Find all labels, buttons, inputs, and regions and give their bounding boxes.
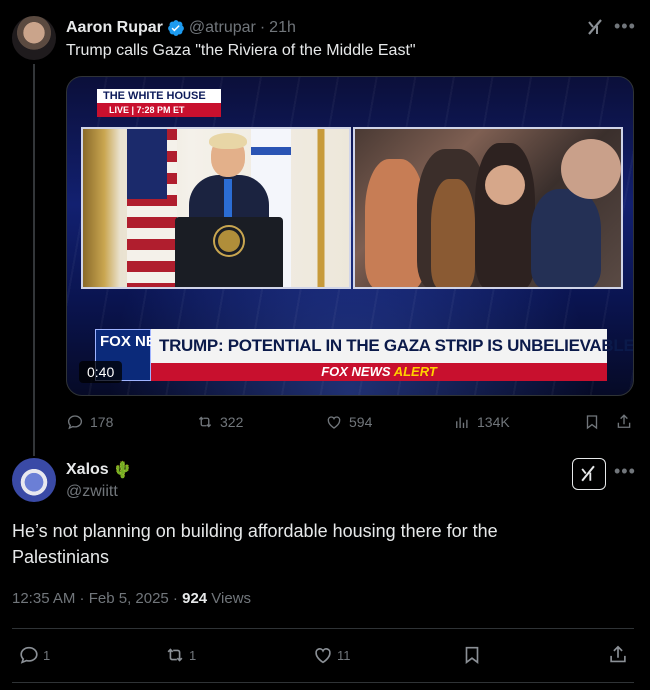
parent-bookmark-button[interactable] [583,412,601,432]
reply-author-avatar[interactable] [12,458,56,502]
parent-reply-count: 178 [90,414,114,430]
analytics-icon [456,417,468,428]
parent-tweet-age[interactable]: 21h [269,19,296,37]
news-chyron-headline: TRUMP: POTENTIAL IN THE GAZA STRIP IS UN… [151,329,633,363]
us-flag-canton [127,129,167,199]
audience-person [561,139,621,199]
divider [12,682,634,683]
header-separator: · [259,19,266,36]
candelabra-image [303,129,339,287]
reply-reply-count: 1 [43,647,51,663]
reply-timestamp-row: 12:35 AM · Feb 5, 2025 · 924 Views [12,590,251,607]
video-duration: 0:40 [79,361,123,383]
parent-share-button[interactable] [615,412,633,432]
parent-like-button[interactable]: 594 [325,412,372,432]
bookmark-icon [586,415,598,430]
audience-person [531,189,601,287]
heart-icon [315,648,331,664]
reply-author-name[interactable]: Xalos [66,461,109,479]
reply-icon [67,415,83,430]
reply-like-button[interactable]: 11 [312,644,351,666]
white-house-badge-title: THE WHITE HOUSE [97,89,221,103]
reply-reply-button[interactable]: 1 [18,644,50,666]
parent-views-count: 134K [477,414,510,430]
cactus-emoji-icon: 🌵 [112,462,133,479]
grok-icon [581,465,595,482]
reply-tweet-text: He’s not planning on building affordable… [12,521,498,567]
reply-more-options-icon[interactable]: ••• [614,461,636,482]
reply-like-count: 11 [337,647,351,663]
parent-like-count: 594 [349,414,373,430]
white-house-live-badge: THE WHITE HOUSE LIVE | 7:28 PM ET [97,89,221,117]
reply-timestamp[interactable]: 12:35 AM · Feb 5, 2025 · [12,590,182,607]
parent-tweet-text: Trump calls Gaza "the Riviera of the Mid… [66,42,416,59]
parent-tweet-header: Aaron Rupar @atrupar · 21h [66,18,296,38]
divider [12,628,634,629]
reply-icon [20,646,38,664]
presidential-seal-image [215,227,243,255]
alert-brand: FOX NEWS [321,364,391,379]
thread-connector-line [33,64,35,456]
share-icon [617,414,631,428]
video-frame-audience [353,127,623,289]
reply-bookmark-button[interactable] [461,644,483,666]
white-house-badge-live: LIVE | 7:28 PM ET [97,103,221,117]
reply-views-count: 924 [182,590,208,607]
reply-repost-count: 1 [189,647,197,663]
parent-author-name[interactable]: Aaron Rupar [66,19,163,37]
reply-views-label: Views [207,590,252,607]
parent-repost-button[interactable]: 322 [196,412,243,432]
reply-share-button[interactable] [607,644,629,666]
alert-word: ALERT [393,364,437,379]
parent-repost-count: 322 [220,414,244,430]
video-player[interactable]: THE WHITE HOUSE LIVE | 7:28 PM ET FOX NE… [66,76,634,396]
news-alert-bar: FOX NEWS ALERT [151,363,607,381]
parent-author-avatar[interactable] [12,16,56,60]
parent-more-options-icon[interactable]: ••• [614,16,636,37]
bookmark-icon [465,646,479,664]
repost-icon [198,416,212,428]
parent-author-handle[interactable]: @atrupar [189,19,256,37]
video-frame-podium [81,127,351,289]
grok-button[interactable] [572,458,606,490]
share-icon [610,645,626,663]
parent-reply-button[interactable]: 178 [66,412,113,432]
heart-icon [327,416,341,429]
audience-person [365,159,425,287]
repost-icon [167,648,183,662]
parent-views-button[interactable]: 134K [453,412,510,432]
reply-author-handle[interactable]: @zwiitt [66,483,118,501]
grok-icon[interactable] [585,17,605,37]
reply-tweet-header: Xalos 🌵 [66,460,133,480]
verified-badge-icon[interactable] [167,19,185,37]
audience-person [485,165,525,205]
reply-repost-button[interactable]: 1 [164,644,196,666]
audience-person [431,179,475,287]
